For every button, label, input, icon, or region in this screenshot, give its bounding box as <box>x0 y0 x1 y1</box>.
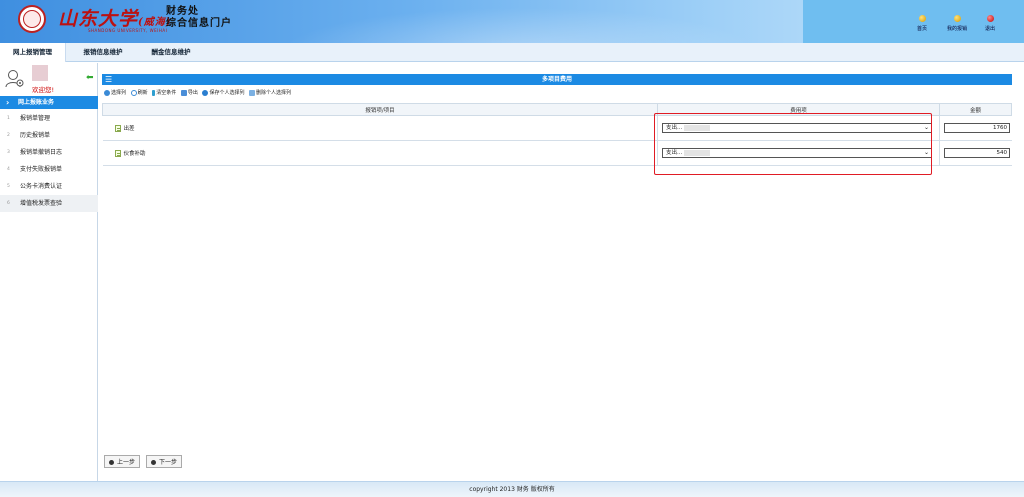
prev-step-button[interactable]: 上一步 <box>104 455 141 468</box>
chevron-right-icon: › <box>6 98 10 107</box>
item-name: 出差 <box>123 126 135 132</box>
sidebar-item-label: 公务卡消费认证 <box>20 183 63 190</box>
sidebar-item-num: 6 <box>7 201 10 206</box>
header-decoration <box>240 0 800 43</box>
home-label: 首页 <box>916 26 927 32</box>
home-link[interactable]: 首页 <box>902 15 942 32</box>
sidebar-item-pay-failed[interactable]: 4 支付失败报销单 <box>0 161 98 178</box>
sidebar-section-online-business[interactable]: › 网上报账业务 <box>0 96 98 109</box>
user-settings-icon <box>5 70 24 88</box>
item-name-cell: 伙食补助 <box>102 140 658 166</box>
clear-icon <box>152 89 156 96</box>
footer: copyright 2013 财务 版权所有 <box>0 481 1024 497</box>
main-panel: ☰ 多项目费用 选择列 刷新 清空条件 导出 保存个人选择列 删除个人选择列 报… <box>100 66 1020 481</box>
exit-label: 退出 <box>984 26 995 32</box>
sidebar-section-label: 网上报账业务 <box>18 99 55 106</box>
welcome-text: 欢迎您! <box>32 86 55 94</box>
tab-reimburse-info[interactable]: 报销信息维护 <box>72 43 134 62</box>
logo-text: 山东大学 <box>58 8 139 30</box>
eraser-icon <box>249 89 256 96</box>
column-header-item: 报销项/项目 <box>101 103 659 116</box>
save-personal-columns-button[interactable]: 保存个人选择列 <box>202 89 245 96</box>
exit-link[interactable]: 退出 <box>970 15 1010 32</box>
amount-cell: 1760 <box>939 115 1012 141</box>
panel-title-bar: ☰ 多项目费用 <box>102 74 1012 85</box>
system-title-line1: 财务处 <box>166 6 199 17</box>
next-icon <box>150 460 156 465</box>
home-icon <box>918 15 926 22</box>
toolbar-label: 导出 <box>187 90 198 96</box>
export-button[interactable]: 导出 <box>180 89 198 96</box>
prev-icon <box>109 460 114 465</box>
toolbar: 选择列 刷新 清空条件 导出 保存个人选择列 删除个人选择列 <box>104 89 294 99</box>
sidebar-item-label: 历史报销单 <box>20 132 51 139</box>
refresh-icon <box>130 89 137 96</box>
wizard-nav: 上一步 下一步 <box>104 455 186 468</box>
university-logo: 山东大学(威海) <box>58 4 171 31</box>
toolbar-label: 删除个人选择列 <box>256 90 292 96</box>
system-title: 财务处 综合信息门户 <box>166 6 232 30</box>
avatar <box>32 65 48 81</box>
menu-icon[interactable]: ☰ <box>105 74 112 85</box>
sidebar-item-label: 支付失败报销单 <box>20 166 63 173</box>
item-name: 伙食补助 <box>123 151 146 157</box>
tab-remuneration-info[interactable]: 酬金信息维护 <box>142 43 200 62</box>
university-seal-icon <box>18 5 46 33</box>
sidebar-item-label: 报销单管理 <box>20 115 51 122</box>
sidebar-item-num: 4 <box>7 167 10 172</box>
annotation-highlight-box <box>654 113 932 175</box>
amount-input[interactable]: 540 <box>944 148 1010 158</box>
sidebar-item-cancel-log[interactable]: 3 报销单撤销日志 <box>0 144 98 161</box>
prev-label: 上一步 <box>117 459 136 466</box>
my-reimburse-icon <box>953 15 961 22</box>
column-header-amount: 金额 <box>939 103 1012 116</box>
sidebar-item-reimburse-manage[interactable]: 1 报销单管理 <box>0 110 98 127</box>
next-step-button[interactable]: 下一步 <box>145 455 182 468</box>
sidebar-item-num: 5 <box>7 184 10 189</box>
item-name-cell: 出差 <box>102 115 658 141</box>
logo-en: SHANDONG UNIVERSITY, WEIHAI <box>88 28 168 33</box>
columns-icon <box>104 89 110 96</box>
sidebar: 欢迎您! ⬅ › 网上报账业务 1 报销单管理 2 历史报销单 3 报销单撤销日… <box>0 63 98 481</box>
sidebar-item-num: 2 <box>7 133 10 138</box>
amount-input[interactable]: 1760 <box>944 123 1010 133</box>
sidebar-item-card-auth[interactable]: 5 公务卡消费认证 <box>0 178 98 195</box>
collapse-arrow-icon[interactable]: ⬅ <box>86 73 94 83</box>
document-icon <box>114 125 121 132</box>
next-label: 下一步 <box>158 459 177 466</box>
toolbar-label: 刷新 <box>137 90 148 96</box>
tab-online-reimburse[interactable]: 网上报销管理 <box>0 43 66 62</box>
delete-personal-columns-button[interactable]: 删除个人选择列 <box>249 89 292 96</box>
select-columns-button[interactable]: 选择列 <box>104 89 127 96</box>
toolbar-label: 选择列 <box>111 90 127 96</box>
sidebar-item-label: 报销单撤销日志 <box>20 149 63 156</box>
amount-cell: 540 <box>939 140 1012 166</box>
sidebar-item-label: 增值税发票查验 <box>20 200 63 207</box>
my-reimburse-label: 我的报销 <box>946 26 967 32</box>
exit-icon <box>986 15 994 22</box>
document-icon <box>114 150 121 157</box>
sidebar-item-vat-invoice[interactable]: 6 增值税发票查验 <box>0 195 98 212</box>
sidebar-item-num: 1 <box>7 116 10 121</box>
refresh-button[interactable]: 刷新 <box>130 89 148 96</box>
sidebar-item-history[interactable]: 2 历史报销单 <box>0 127 98 144</box>
export-icon <box>180 89 187 96</box>
clear-conditions-button[interactable]: 清空条件 <box>152 89 177 96</box>
toolbar-label: 清空条件 <box>156 90 177 96</box>
toolbar-label: 保存个人选择列 <box>209 90 245 96</box>
sidebar-item-num: 3 <box>7 150 10 155</box>
system-title-line2: 综合信息门户 <box>166 18 232 29</box>
panel-title: 多项目费用 <box>541 76 572 83</box>
heart-icon <box>202 89 209 96</box>
top-tab-bar: 网上报销管理 报销信息维护 酬金信息维护 <box>0 43 1024 62</box>
